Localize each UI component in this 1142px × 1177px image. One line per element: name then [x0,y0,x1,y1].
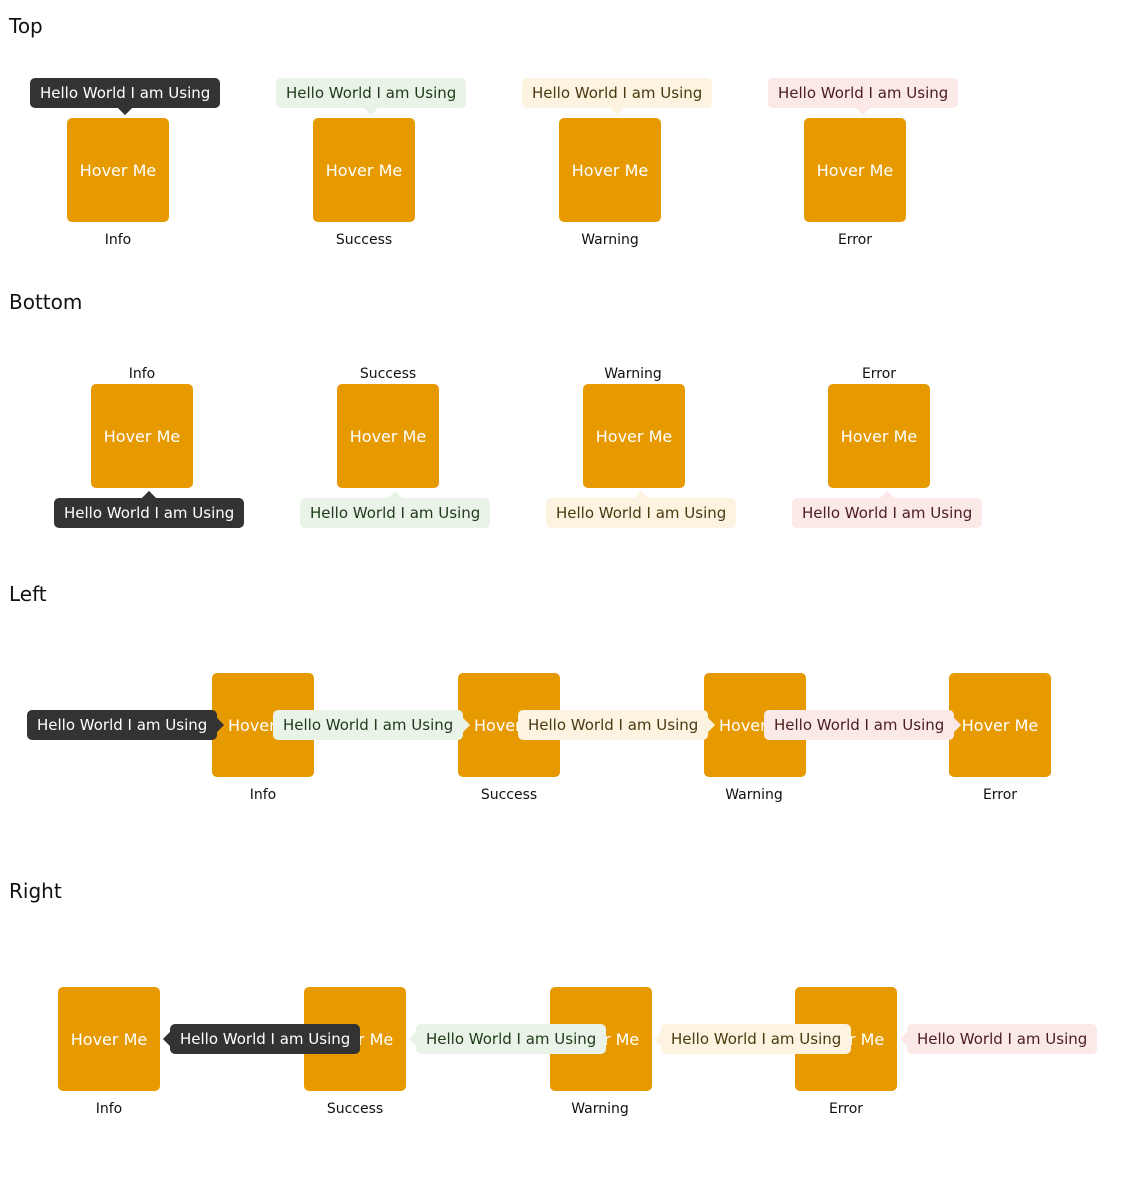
tooltip-bottom-error: Hello World I am Using [792,498,983,528]
hover-button-right-info[interactable]: Hover Me [58,987,160,1091]
tooltip-right-success: Hello World I am Using [416,1024,607,1054]
caption-top-warning: Warning [581,232,639,248]
tooltip-bottom-warning: Hello World I am Using [546,498,737,528]
caption-right-error: Error [828,1101,864,1117]
caption-right-warning: Warning [571,1101,629,1117]
section-title-right: Right [9,879,62,903]
caption-bottom-info: Info [128,366,156,382]
hover-button-bottom-success[interactable]: Hover Me [337,384,439,488]
caption-right-info: Info [95,1101,123,1117]
tooltip-right-error: Hello World I am Using [907,1024,1098,1054]
caption-left-success: Success [480,787,538,803]
hover-button-top-warning[interactable]: Hover Me [559,118,661,222]
caption-right-success: Success [326,1101,384,1117]
section-title-top: Top [9,14,43,38]
section-title-left: Left [9,582,47,606]
tooltip-left-error: Hello World I am Using [764,710,955,740]
hover-button-top-success[interactable]: Hover Me [313,118,415,222]
caption-top-success: Success [335,232,393,248]
caption-left-info: Info [249,787,277,803]
hover-button-bottom-error[interactable]: Hover Me [828,384,930,488]
caption-bottom-success: Success [359,366,417,382]
tooltip-left-warning: Hello World I am Using [518,710,709,740]
tooltip-top-error: Hello World I am Using [768,78,959,108]
tooltip-bottom-info: Hello World I am Using [54,498,245,528]
caption-top-error: Error [837,232,873,248]
caption-left-error: Error [982,787,1018,803]
tooltip-right-info: Hello World I am Using [170,1024,361,1054]
hover-button-top-error[interactable]: Hover Me [804,118,906,222]
hover-button-top-info[interactable]: Hover Me [67,118,169,222]
tooltip-left-success: Hello World I am Using [273,710,464,740]
tooltip-left-info: Hello World I am Using [27,710,218,740]
tooltip-top-success: Hello World I am Using [276,78,467,108]
caption-bottom-error: Error [861,366,897,382]
hover-button-left-error[interactable]: Hover Me [949,673,1051,777]
hover-button-bottom-info[interactable]: Hover Me [91,384,193,488]
tooltip-bottom-success: Hello World I am Using [300,498,491,528]
tooltip-top-info: Hello World I am Using [30,78,221,108]
caption-top-info: Info [104,232,132,248]
tooltip-right-warning: Hello World I am Using [661,1024,852,1054]
caption-left-warning: Warning [725,787,783,803]
section-title-bottom: Bottom [9,290,83,314]
caption-bottom-warning: Warning [604,366,662,382]
tooltip-top-warning: Hello World I am Using [522,78,713,108]
hover-button-bottom-warning[interactable]: Hover Me [583,384,685,488]
